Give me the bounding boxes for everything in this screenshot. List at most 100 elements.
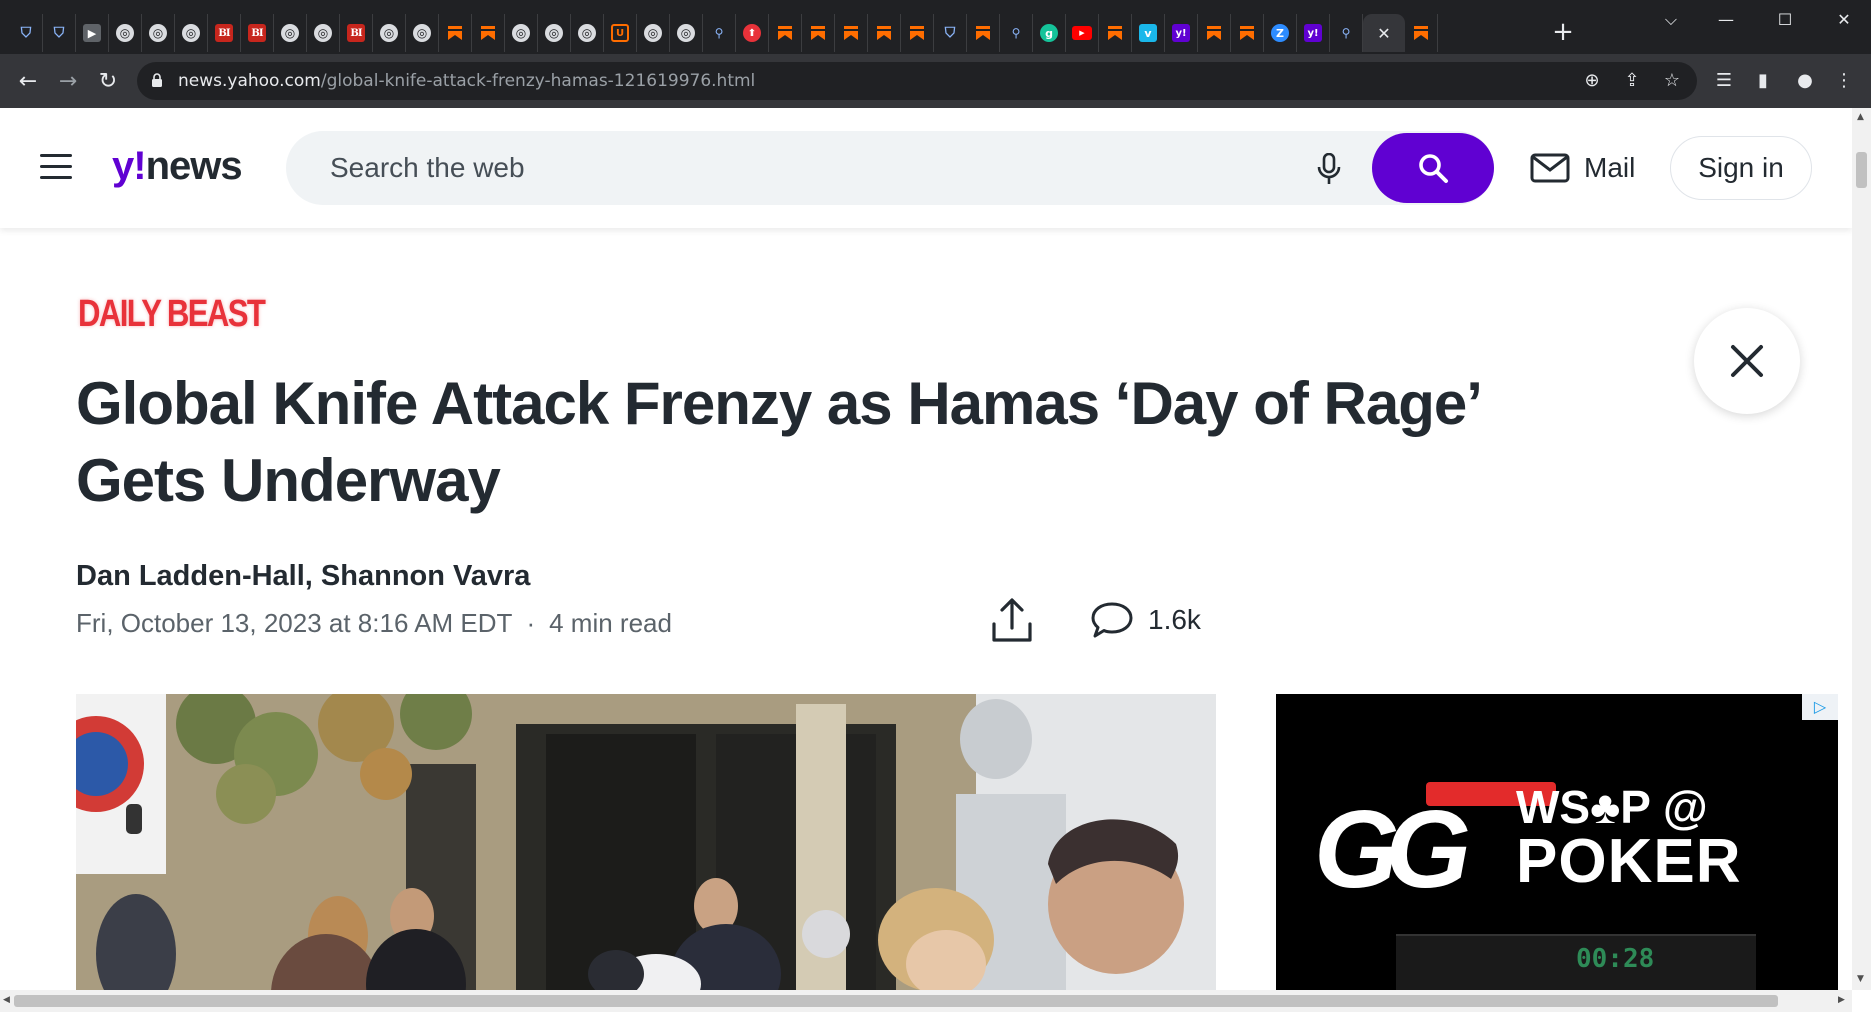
bookmark-star-icon[interactable]: ☆ xyxy=(1657,66,1687,96)
advertisement[interactable]: ▷ GG WS♣P @ POKER 00:28 xyxy=(1276,694,1838,990)
site-header: y!news Mail Sign in xyxy=(0,108,1852,228)
browser-tab[interactable]: ⛉ xyxy=(934,14,967,52)
browser-tab[interactable] xyxy=(868,14,901,52)
ad-choices-icon[interactable]: ▷ xyxy=(1802,694,1838,720)
browser-tab[interactable]: ⚲ xyxy=(1330,14,1363,52)
browser-tab-strip: ⛉ ⛉ ▶ ◎ ◎ ◎ BI BI ◎ ◎ BI ◎ ◎ ◎ ◎ ◎ U ◎ ◎ ⚲ ⬆ ⛉ ⚲ g ▶ v y! Zy! ⚲ ✕ + ⌵… xyxy=(0,0,1871,54)
tab-search-button[interactable]: ⌵ xyxy=(1648,6,1694,34)
search-button[interactable] xyxy=(1372,133,1494,203)
search-icon xyxy=(1419,154,1448,183)
browser-tab[interactable] xyxy=(835,14,868,52)
bookmark-icon xyxy=(908,24,926,42)
reload-button[interactable]: ↻ xyxy=(92,66,124,98)
tag-icon: ▶ xyxy=(83,24,101,42)
globe-icon: ◎ xyxy=(578,24,596,42)
address-bar[interactable]: news.yahoo.com/global-knife-attack-frenz… xyxy=(137,62,1697,100)
scroll-down-arrow[interactable]: ▼ xyxy=(1857,974,1864,984)
browser-tab[interactable] xyxy=(769,14,802,52)
mail-label: Mail xyxy=(1584,152,1636,183)
browser-tab[interactable]: ▶ xyxy=(76,14,109,52)
bookmark-icon xyxy=(875,24,893,42)
browser-tab[interactable]: ◎ xyxy=(307,14,340,52)
logo-word: news xyxy=(145,144,243,188)
browser-tab[interactable]: ◎ xyxy=(571,14,604,52)
globe-icon: ◎ xyxy=(644,24,662,42)
mail-link[interactable]: Mail xyxy=(1530,148,1635,188)
horizontal-scroll-thumb[interactable] xyxy=(14,995,1778,1007)
tab-active[interactable]: ✕ xyxy=(1363,14,1405,52)
browser-tab[interactable] xyxy=(1405,14,1438,52)
globe-icon: ◎ xyxy=(182,24,200,42)
shield-icon: ⛉ xyxy=(20,25,32,41)
browser-tab[interactable] xyxy=(802,14,835,52)
window-close-button[interactable]: ✕ xyxy=(1821,6,1867,34)
share-icon[interactable] xyxy=(990,596,1034,644)
browser-tab[interactable]: BI xyxy=(241,14,274,52)
browser-tab[interactable] xyxy=(901,14,934,52)
browser-tab[interactable] xyxy=(439,14,472,52)
lock-icon[interactable] xyxy=(151,73,163,87)
browser-tab[interactable]: ◎ xyxy=(142,14,175,52)
side-panel-icon[interactable]: ▮ xyxy=(1748,66,1778,96)
scroll-right-arrow[interactable]: ▶ xyxy=(1838,995,1845,1005)
browser-tab[interactable]: ◎ xyxy=(406,14,439,52)
reading-list-icon[interactable]: ☰ xyxy=(1709,66,1739,96)
url-text[interactable]: news.yahoo.com/global-knife-attack-frenz… xyxy=(178,62,755,100)
browser-tab[interactable]: ◎ xyxy=(670,14,703,52)
minimize-button[interactable]: — xyxy=(1703,6,1749,34)
browser-tab[interactable]: ◎ xyxy=(505,14,538,52)
browser-tab[interactable] xyxy=(1231,14,1264,52)
browser-tab[interactable]: Z xyxy=(1264,14,1297,52)
horizontal-scrollbar[interactable]: ◀ ▶ xyxy=(0,990,1852,1012)
search-input[interactable] xyxy=(330,131,1290,205)
browser-tab[interactable]: ⬆ xyxy=(736,14,769,52)
hamburger-menu-icon[interactable] xyxy=(40,154,72,180)
vimeo-icon: v xyxy=(1139,24,1157,42)
globe-icon: ◎ xyxy=(545,24,563,42)
close-article-button[interactable] xyxy=(1694,308,1800,414)
microphone-icon[interactable] xyxy=(1316,153,1342,185)
bookmark-icon xyxy=(1106,24,1124,42)
browser-tab[interactable]: v xyxy=(1132,14,1165,52)
browser-tab[interactable]: y! xyxy=(1297,14,1330,52)
browser-tab[interactable] xyxy=(472,14,505,52)
forward-button[interactable]: → xyxy=(52,66,84,98)
browser-tab[interactable]: g xyxy=(1033,14,1066,52)
browser-menu-icon[interactable]: ⋮ xyxy=(1829,66,1859,96)
browser-tab[interactable]: ◎ xyxy=(373,14,406,52)
comments-button[interactable]: 1.6k xyxy=(1090,598,1201,642)
vertical-scrollbar[interactable]: ▲ ▼ xyxy=(1852,108,1871,990)
browser-tab[interactable]: ⛉ xyxy=(43,14,76,52)
browser-tab[interactable]: ⚲ xyxy=(703,14,736,52)
browser-tab[interactable] xyxy=(1198,14,1231,52)
browser-tab[interactable]: ▶ xyxy=(1066,14,1099,52)
browser-tab[interactable] xyxy=(1099,14,1132,52)
vertical-scroll-thumb[interactable] xyxy=(1856,152,1867,188)
tab-close-icon[interactable]: ✕ xyxy=(1377,24,1390,43)
back-button[interactable]: ← xyxy=(12,66,44,98)
scroll-left-arrow[interactable]: ◀ xyxy=(3,995,10,1005)
browser-tab[interactable] xyxy=(967,14,1000,52)
browser-tab[interactable]: ◎ xyxy=(538,14,571,52)
zoom-icon[interactable]: ⊕ xyxy=(1577,66,1607,96)
browser-tab[interactable]: BI xyxy=(340,14,373,52)
browser-tab[interactable]: y! xyxy=(1165,14,1198,52)
share-page-icon[interactable]: ⇪ xyxy=(1617,66,1647,96)
browser-tab[interactable]: BI xyxy=(208,14,241,52)
browser-tab[interactable]: ◎ xyxy=(274,14,307,52)
browser-tab[interactable]: U xyxy=(604,14,637,52)
scroll-up-arrow[interactable]: ▲ xyxy=(1857,112,1864,122)
browser-tab[interactable]: ⚲ xyxy=(1000,14,1033,52)
bookmark-icon xyxy=(479,24,497,42)
browser-tab[interactable]: ◎ xyxy=(637,14,670,52)
profile-icon[interactable]: ● xyxy=(1790,66,1820,96)
browser-tab[interactable]: ◎ xyxy=(109,14,142,52)
new-tab-button[interactable]: + xyxy=(1548,16,1578,48)
article-hero-image[interactable] xyxy=(76,694,1216,990)
publisher-logo[interactable]: DAILY BEAST xyxy=(78,293,266,336)
browser-tab[interactable]: ◎ xyxy=(175,14,208,52)
browser-tab[interactable]: ⛉ xyxy=(10,14,43,52)
sign-in-button[interactable]: Sign in xyxy=(1670,136,1812,200)
yahoo-news-logo[interactable]: y!news xyxy=(112,144,243,189)
maximize-button[interactable]: ☐ xyxy=(1762,6,1808,34)
